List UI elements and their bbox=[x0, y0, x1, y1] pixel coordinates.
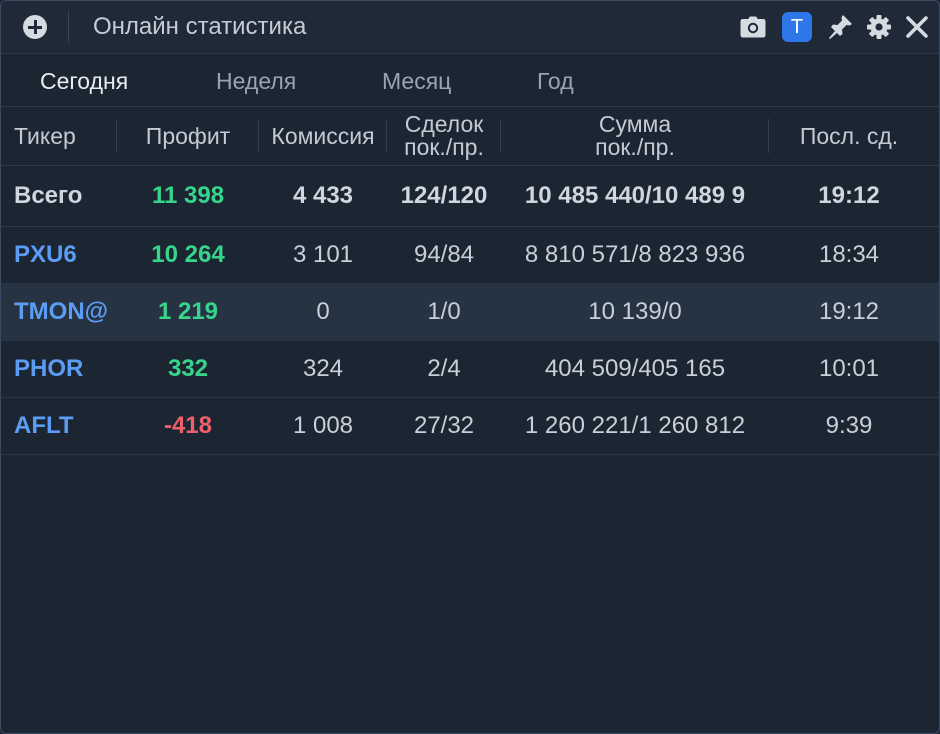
column-header-ticker[interactable]: Тикер bbox=[1, 107, 117, 165]
sum-cell: 1 260 221/1 260 812 bbox=[524, 412, 746, 439]
profit-cell: 10 264 bbox=[151, 241, 225, 268]
tab-year[interactable]: Год bbox=[537, 68, 574, 95]
total-profit: 11 398 bbox=[151, 182, 225, 209]
sum-cell: 404 509/405 165 bbox=[544, 355, 726, 382]
tab-month[interactable]: Месяц bbox=[382, 68, 451, 95]
total-deals: 124/120 bbox=[400, 182, 488, 209]
last-deal-cell: 9:39 bbox=[825, 412, 873, 439]
pin-icon[interactable] bbox=[825, 12, 855, 42]
statistics-window: Онлайн статистика T Сегодня Неделя Месяц… bbox=[0, 0, 940, 734]
column-header-commission[interactable]: Комиссия bbox=[259, 107, 387, 165]
profit-cell: 1 219 bbox=[157, 298, 219, 325]
ticker-cell[interactable]: PHOR bbox=[1, 341, 117, 397]
ticker-cell[interactable]: AFLT bbox=[1, 398, 117, 454]
deals-cell: 27/32 bbox=[413, 412, 475, 439]
deals-cell: 1/0 bbox=[427, 298, 461, 325]
table-row[interactable]: PXU6 10 264 3 101 94/84 8 810 571/8 823 … bbox=[1, 227, 939, 284]
title-bar: Онлайн статистика T bbox=[1, 1, 939, 54]
table-header: Тикер Профит Комиссия Сделок пок./пр. Су… bbox=[1, 107, 939, 166]
ticker-cell[interactable]: TMON@ bbox=[1, 284, 117, 340]
profit-cell: -418 bbox=[163, 412, 213, 439]
column-header-sum[interactable]: Сумма пок./пр. bbox=[501, 107, 769, 165]
close-icon[interactable] bbox=[902, 12, 932, 42]
sum-cell: 8 810 571/8 823 936 bbox=[524, 241, 746, 268]
column-header-profit[interactable]: Профит bbox=[117, 107, 259, 165]
tab-today[interactable]: Сегодня bbox=[40, 68, 128, 95]
total-last-deal: 19:12 bbox=[818, 182, 880, 209]
last-deal-cell: 19:12 bbox=[818, 298, 880, 325]
total-commission: 4 433 bbox=[292, 182, 354, 209]
table-row[interactable]: TMON@ 1 219 0 1/0 10 139/0 19:12 bbox=[1, 284, 939, 341]
title-divider bbox=[68, 11, 69, 43]
table-row[interactable]: AFLT -418 1 008 27/32 1 260 221/1 260 81… bbox=[1, 398, 939, 455]
last-deal-cell: 10:01 bbox=[818, 355, 880, 382]
profit-cell: 332 bbox=[167, 355, 209, 382]
total-row: Всего 11 398 4 433 124/120 10 485 440/10… bbox=[1, 166, 939, 227]
commission-cell: 324 bbox=[302, 355, 344, 382]
t-badge-icon[interactable]: T bbox=[782, 12, 812, 42]
table-row[interactable]: PHOR 332 324 2/4 404 509/405 165 10:01 bbox=[1, 341, 939, 398]
tab-week[interactable]: Неделя bbox=[216, 68, 296, 95]
total-sum: 10 485 440/10 489 9 bbox=[524, 182, 746, 209]
deals-cell: 2/4 bbox=[427, 355, 461, 382]
column-header-last-deal[interactable]: Посл. сд. bbox=[769, 107, 929, 165]
commission-cell: 1 008 bbox=[292, 412, 354, 439]
total-label: Всего bbox=[14, 182, 83, 209]
gear-icon[interactable] bbox=[864, 12, 894, 42]
commission-cell: 0 bbox=[316, 298, 330, 325]
period-tabs: Сегодня Неделя Месяц Год bbox=[1, 54, 939, 107]
column-header-deals[interactable]: Сделок пок./пр. bbox=[387, 107, 501, 165]
window-title: Онлайн статистика bbox=[93, 13, 307, 40]
add-icon[interactable] bbox=[23, 15, 47, 39]
commission-cell: 3 101 bbox=[292, 241, 354, 268]
deals-cell: 94/84 bbox=[413, 241, 475, 268]
ticker-cell[interactable]: PXU6 bbox=[1, 227, 117, 283]
last-deal-cell: 18:34 bbox=[818, 241, 880, 268]
camera-icon[interactable] bbox=[738, 12, 768, 42]
stats-table: Тикер Профит Комиссия Сделок пок./пр. Су… bbox=[1, 107, 939, 455]
sum-cell: 10 139/0 bbox=[588, 298, 682, 325]
